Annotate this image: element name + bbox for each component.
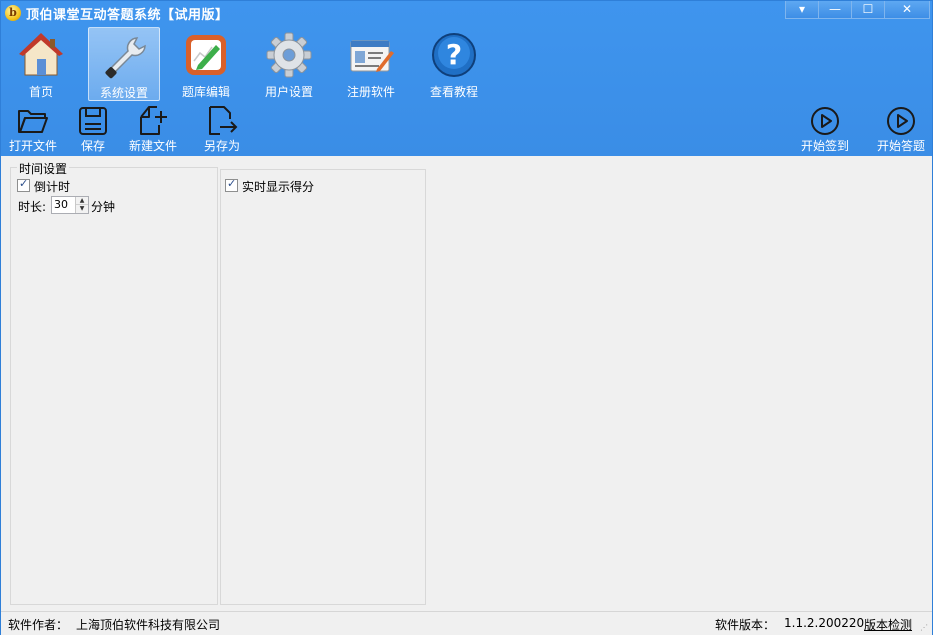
- nav-item-system-settings[interactable]: 系统设置: [88, 27, 160, 101]
- new-file-icon: [140, 106, 167, 135]
- score-settings-panel: [220, 169, 426, 605]
- duration-value[interactable]: 30: [54, 198, 68, 211]
- nav-item-tutorial[interactable]: ? 查看教程: [418, 27, 490, 101]
- register-card-icon: [350, 40, 394, 72]
- open-file-button[interactable]: 打开文件: [5, 105, 61, 155]
- check-mark-icon: ✓: [19, 177, 29, 190]
- nav-label-register: 注册软件: [346, 85, 395, 99]
- nav-label-home: 首页: [28, 85, 53, 99]
- home-icon: [19, 33, 63, 76]
- new-file-label: 新建文件: [128, 139, 177, 153]
- author-label: 软件作者：: [8, 618, 69, 632]
- nav-item-register[interactable]: 注册软件: [335, 27, 407, 101]
- resize-grip-icon[interactable]: ⋰: [920, 623, 930, 633]
- save-icon: [79, 107, 107, 135]
- spinner-buttons: ▲ ▼: [75, 197, 88, 213]
- duration-unit: 分钟: [91, 200, 116, 214]
- start-signin-label: 开始签到: [800, 139, 849, 153]
- version-value: 1.1.2.200220: [784, 616, 865, 630]
- check-mark-icon: ✓: [227, 177, 237, 190]
- start-signin-button[interactable]: 开始签到: [797, 105, 853, 155]
- duration-label: 时长:: [18, 200, 47, 214]
- new-file-button[interactable]: 新建文件: [125, 105, 181, 155]
- wrench-icon: [105, 37, 146, 79]
- nav-label-question-bank: 题库编辑: [181, 85, 230, 99]
- version-label: 软件版本：: [715, 618, 776, 632]
- duration-spinner[interactable]: 30 ▲ ▼: [51, 196, 89, 214]
- save-as-button[interactable]: 另存为: [197, 105, 247, 155]
- save-label: 保存: [80, 139, 105, 153]
- open-file-label: 打开文件: [8, 139, 57, 153]
- title-bar: b 顶伯课堂互动答题系统【试用版】 ▾ — ☐ ✕: [1, 1, 932, 25]
- nav-item-question-bank[interactable]: 题库编辑: [170, 27, 242, 101]
- version-check-link[interactable]: 版本检测: [864, 616, 912, 633]
- gear-icon: [266, 32, 312, 78]
- countdown-checkbox[interactable]: ✓: [17, 177, 30, 192]
- nav-label-user-settings: 用户设置: [264, 85, 313, 99]
- start-answer-label: 开始答题: [876, 139, 925, 153]
- app-logo-icon: b: [5, 5, 21, 21]
- author-value: 上海顶伯软件科技有限公司: [76, 618, 221, 632]
- realtime-score-label: 实时显示得分: [242, 180, 315, 194]
- save-as-icon: [209, 106, 238, 135]
- spinner-up-button[interactable]: ▲: [76, 197, 88, 205]
- nav-label-tutorial: 查看教程: [429, 85, 478, 99]
- maximize-button[interactable]: ☐: [851, 1, 885, 19]
- svg-text:?: ?: [446, 38, 462, 71]
- nav-item-home[interactable]: 首页: [5, 27, 77, 101]
- spinner-down-button[interactable]: ▼: [76, 205, 88, 213]
- time-settings-title: 时间设置: [17, 160, 70, 177]
- nav-label-system-settings: 系统设置: [99, 86, 148, 100]
- app-window: b 顶伯课堂互动答题系统【试用版】 ▾ — ☐ ✕ 首页 系统设置 题库编辑 用…: [0, 0, 933, 635]
- status-bar: 软件作者： 上海顶伯软件科技有限公司 软件版本： 1.1.2.200220 版本…: [1, 611, 932, 635]
- nav-item-user-settings[interactable]: 用户设置: [253, 27, 325, 101]
- save-button[interactable]: 保存: [71, 105, 115, 155]
- close-button[interactable]: ✕: [884, 1, 930, 19]
- realtime-score-checkbox[interactable]: ✓: [225, 177, 238, 192]
- play-circle-icon: [811, 107, 839, 135]
- edit-board-icon: [186, 35, 226, 75]
- time-settings-group: [10, 167, 218, 605]
- countdown-label: 倒计时: [34, 180, 71, 194]
- main-nav: 首页 系统设置 题库编辑 用户设置 注册软件 ? 查看教程: [1, 27, 932, 101]
- dropdown-menu-button[interactable]: ▾: [785, 1, 819, 19]
- play-circle-icon: [887, 107, 915, 135]
- window-title: 顶伯课堂互动答题系统【试用版】: [26, 8, 229, 23]
- window-controls: ▾ — ☐ ✕: [785, 1, 930, 19]
- folder-open-icon: [18, 110, 48, 133]
- save-as-label: 另存为: [203, 139, 240, 153]
- help-icon: ?: [432, 33, 476, 77]
- minimize-button[interactable]: —: [818, 1, 852, 19]
- start-answer-button[interactable]: 开始答题: [873, 105, 929, 155]
